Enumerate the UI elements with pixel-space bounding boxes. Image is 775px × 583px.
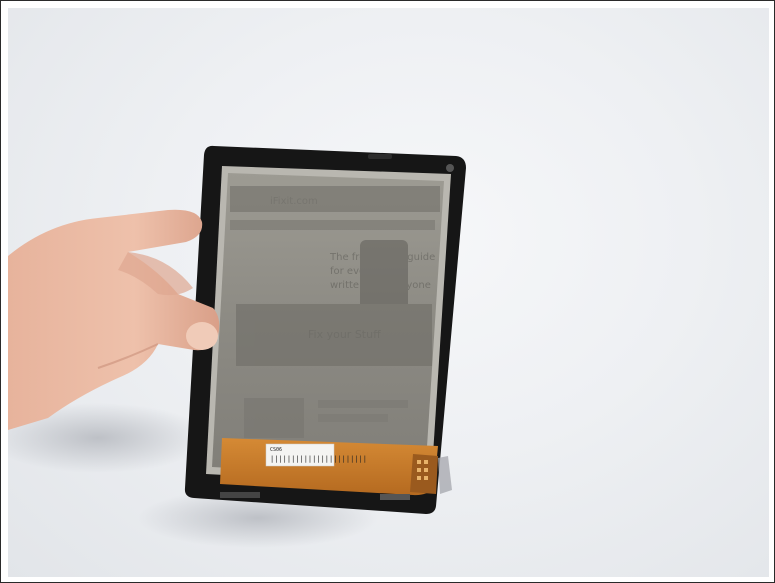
screen-section-text: Fix your Stuff [308, 328, 381, 341]
camera-dot [446, 164, 454, 172]
barcode-lines: ||||||||||||||||||||||| [270, 455, 367, 463]
hand [8, 209, 220, 430]
barcode-label-text: CS06 [270, 447, 282, 453]
screen-nav-text: iFixit.com [270, 196, 318, 207]
top-slot [368, 154, 392, 159]
photo-scene: iFixit.com The free repair guide for eve… [8, 145, 466, 548]
bottom-connector-left [220, 492, 260, 498]
bottom-connector-right [380, 494, 410, 500]
clear-tab [438, 456, 452, 494]
thumbnail [186, 322, 218, 350]
photo-frame: iFixit.com The free repair guide for eve… [0, 0, 775, 583]
hand-palm [8, 209, 220, 430]
photo-background: iFixit.com The free repair guide for eve… [8, 8, 769, 577]
